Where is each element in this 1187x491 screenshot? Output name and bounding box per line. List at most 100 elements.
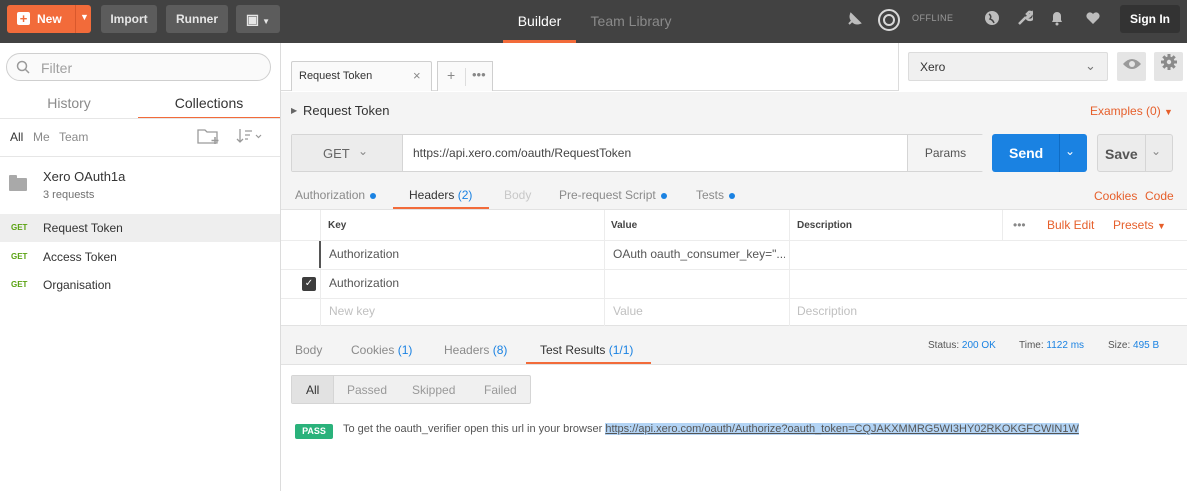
authorize-url-link[interactable]: https://api.xero.com/oauth/Authorize?oau… (605, 423, 1079, 435)
heart-icon[interactable] (1083, 10, 1103, 30)
filter-input[interactable]: Filter (6, 53, 271, 81)
save-label: Save (1105, 146, 1138, 162)
tab-title: Request Token (299, 70, 373, 82)
presets-dropdown[interactable]: Presets ▼ (1113, 218, 1166, 232)
url-bar: GET ⌄ https://api.xero.com/oauth/Request… (291, 134, 983, 172)
tab-history[interactable]: History (0, 91, 138, 119)
tab-authorization[interactable]: Authorization (295, 188, 377, 202)
more-options-icon[interactable]: ••• (1013, 218, 1026, 232)
satellite-icon[interactable] (845, 10, 865, 30)
sort-icon[interactable] (236, 127, 262, 149)
new-button[interactable]: + New ▼ (7, 5, 91, 33)
chevron-down-icon: ⌄ (1085, 58, 1096, 73)
divider (1145, 135, 1146, 171)
tab-team-library[interactable]: Team Library (585, 0, 677, 43)
sidebar: Filter History Collections All Me Team X… (0, 43, 281, 491)
tab-builder[interactable]: Builder (503, 0, 576, 43)
header-key[interactable]: Authorization (329, 276, 399, 290)
chevron-down-icon[interactable]: ⌄ (1065, 144, 1075, 158)
eye-icon[interactable] (1117, 52, 1146, 81)
tab-label: Headers (444, 343, 490, 357)
new-value-input[interactable]: Value (613, 304, 643, 318)
new-window-icon: ▣ (245, 11, 260, 27)
tab-response-cookies[interactable]: Cookies (1) (351, 343, 412, 357)
tab-response-body[interactable]: Body (295, 343, 322, 357)
filter-all[interactable]: All (306, 383, 319, 397)
sidebar-item-organisation[interactable]: GET Organisation (0, 271, 280, 299)
scope-all[interactable]: All (10, 130, 23, 144)
new-window-button[interactable]: ▣ ▼ (236, 5, 280, 33)
request-name: Organisation (43, 278, 112, 292)
bulk-edit-link[interactable]: Bulk Edit (1047, 218, 1094, 232)
divider (281, 269, 1187, 270)
new-collection-icon[interactable] (197, 127, 221, 149)
new-tab-group: + ••• (437, 61, 493, 91)
wrench-icon[interactable] (1015, 10, 1036, 30)
save-button[interactable]: Save ⌄ (1097, 134, 1173, 172)
tab-label: Authorization (295, 188, 366, 202)
new-button-label: New (37, 12, 62, 26)
examples-dropdown[interactable]: Examples (0) ▼ (1090, 104, 1173, 118)
more-tabs-icon[interactable]: ••• (472, 67, 486, 82)
caret-down-icon: ▼ (262, 17, 271, 26)
runner-button[interactable]: Runner (166, 5, 228, 33)
chevron-down-icon[interactable]: ⌄ (1151, 144, 1161, 158)
filter-skipped[interactable]: Skipped (412, 383, 455, 397)
filter-failed[interactable]: Failed (484, 383, 517, 397)
cookies-link[interactable]: Cookies (1094, 189, 1137, 203)
filter-passed[interactable]: Passed (347, 383, 387, 397)
tab-collections[interactable]: Collections (138, 91, 280, 119)
divider (320, 210, 321, 326)
time-readout: Time: 1122 ms (1019, 340, 1084, 351)
environment-select[interactable]: Xero ⌄ (908, 52, 1108, 81)
presets-label: Presets (1113, 218, 1154, 232)
url-input[interactable]: https://api.xero.com/oauth/RequestToken (413, 146, 631, 160)
add-tab-button[interactable]: + (447, 67, 455, 83)
tab-test-results[interactable]: Test Results (1/1) (540, 343, 633, 357)
caret-right-icon[interactable]: ▶ (291, 106, 297, 115)
scope-team[interactable]: Team (59, 130, 88, 144)
filter-placeholder: Filter (41, 60, 73, 76)
tab-body[interactable]: Body (504, 188, 531, 202)
plus-icon: + (17, 12, 30, 25)
import-button[interactable]: Import (101, 5, 157, 33)
gear-icon[interactable] (1154, 52, 1183, 81)
method-select[interactable]: GET ⌄ (292, 135, 403, 171)
chevron-down-icon: ⌄ (358, 144, 369, 158)
code-link[interactable]: Code (1145, 189, 1174, 203)
status-readout: Status: 200 OK (928, 340, 996, 351)
drag-handle[interactable] (319, 241, 321, 268)
tab-label: Test Results (540, 343, 606, 357)
bell-icon[interactable] (1047, 10, 1067, 30)
divider (0, 156, 280, 157)
send-button[interactable]: Send ⌄ (992, 134, 1087, 172)
sync-status-icon[interactable] (877, 8, 901, 32)
caret-down-icon[interactable]: ▼ (80, 12, 89, 22)
time-label: Time: (1019, 340, 1044, 351)
sidebar-item-request-token[interactable]: GET Request Token (0, 214, 280, 242)
column-header-description: Description (797, 220, 853, 231)
header-enabled-checkbox[interactable]: ✓ (302, 277, 316, 291)
close-icon[interactable]: × (413, 68, 421, 83)
tab-request-token[interactable]: Request Token × (291, 61, 432, 91)
size-value: 495 B (1133, 340, 1160, 351)
tab-pre-request-script[interactable]: Pre-request Script (559, 188, 667, 202)
params-button[interactable]: Params (907, 135, 983, 171)
sign-in-button[interactable]: Sign In (1120, 5, 1180, 33)
new-key-input[interactable]: New key (329, 304, 375, 318)
header-key[interactable]: Authorization (329, 247, 399, 261)
divider (1002, 210, 1003, 240)
examples-label: Examples (0) (1090, 104, 1161, 118)
caret-down-icon: ▼ (1157, 221, 1166, 231)
header-value[interactable]: OAuth oauth_consumer_key="... (613, 247, 785, 261)
tab-headers[interactable]: Headers (2) (409, 188, 472, 202)
scope-me[interactable]: Me (33, 130, 50, 144)
globe-icon[interactable] (982, 10, 1002, 30)
request-title[interactable]: Request Token (303, 103, 390, 118)
tab-tests[interactable]: Tests (696, 188, 736, 202)
collection-name[interactable]: Xero OAuth1a (43, 169, 125, 184)
tab-response-headers[interactable]: Headers (8) (444, 343, 507, 357)
new-description-input[interactable]: Description (797, 304, 857, 318)
sidebar-item-access-token[interactable]: GET Access Token (0, 243, 280, 271)
tab-count: (1) (397, 343, 413, 357)
